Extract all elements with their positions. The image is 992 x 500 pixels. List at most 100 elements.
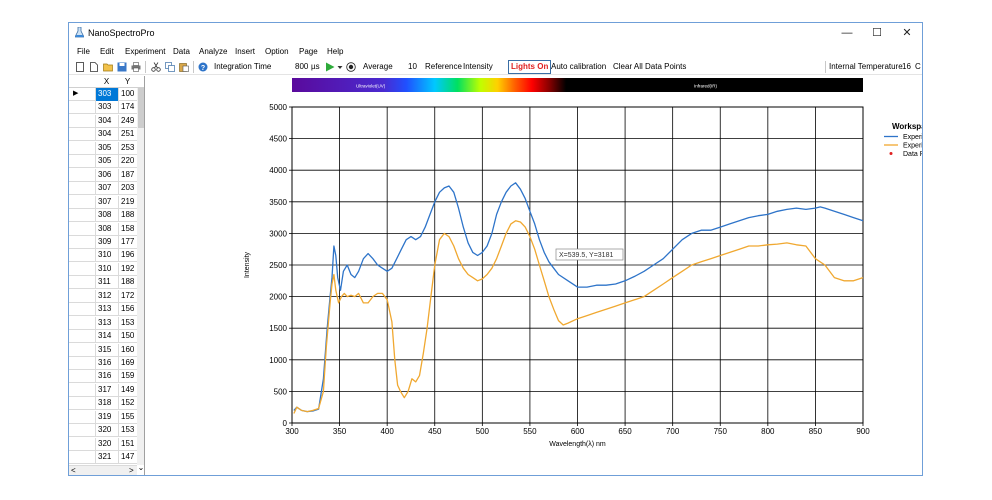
- cell-y[interactable]: 100: [118, 88, 137, 101]
- cell-x[interactable]: 316: [95, 370, 118, 384]
- auto-calibration-button[interactable]: Auto calibration: [551, 61, 606, 73]
- table-row[interactable]: 319 155: [69, 410, 144, 424]
- cell-y[interactable]: 187: [118, 168, 137, 182]
- cell-x[interactable]: 310: [95, 262, 118, 276]
- table-row[interactable]: 311 188: [69, 276, 144, 290]
- column-header-x[interactable]: X: [95, 77, 118, 86]
- table-row[interactable]: 310 196: [69, 249, 144, 263]
- cell-x[interactable]: 310: [95, 249, 118, 263]
- cell-x[interactable]: 312: [95, 289, 118, 303]
- cell-y[interactable]: 172: [118, 289, 137, 303]
- menu-file[interactable]: File: [77, 47, 90, 56]
- table-row[interactable]: 317 149: [69, 383, 144, 397]
- cell-y[interactable]: 249: [118, 114, 137, 128]
- cell-x[interactable]: 317: [95, 383, 118, 397]
- cell-y[interactable]: 155: [118, 410, 137, 424]
- table-row[interactable]: 306 187: [69, 168, 144, 182]
- cell-y[interactable]: 188: [118, 276, 137, 290]
- cell-y[interactable]: 177: [118, 235, 137, 249]
- cell-y[interactable]: 147: [118, 451, 137, 465]
- grid-vertical-scrollbar[interactable]: ⌄: [137, 88, 144, 472]
- cell-y[interactable]: 220: [118, 155, 137, 169]
- table-row[interactable]: ▶ 303 100: [69, 88, 144, 101]
- print-icon[interactable]: [131, 62, 141, 72]
- table-row[interactable]: 320 153: [69, 424, 144, 438]
- table-row[interactable]: 304 249: [69, 114, 144, 128]
- table-row[interactable]: 305 220: [69, 155, 144, 169]
- menu-help[interactable]: Help: [327, 47, 343, 56]
- table-row[interactable]: 314 150: [69, 330, 144, 344]
- table-row[interactable]: 308 188: [69, 209, 144, 223]
- cell-y[interactable]: 174: [118, 101, 137, 115]
- record-icon[interactable]: [346, 62, 356, 72]
- cell-x[interactable]: 307: [95, 182, 118, 196]
- cell-x[interactable]: 305: [95, 141, 118, 155]
- close-button[interactable]: ✕: [892, 23, 922, 43]
- menu-analyze[interactable]: Analyze: [199, 47, 227, 56]
- cell-x[interactable]: 303: [95, 88, 118, 101]
- cell-x[interactable]: 321: [95, 451, 118, 465]
- spectrum-chart[interactable]: Ultraviolet(UV) Infrared(IR) 300 350 400 45…: [146, 76, 922, 476]
- lights-on-button[interactable]: Lights On: [508, 60, 552, 74]
- cell-y[interactable]: 192: [118, 262, 137, 276]
- cell-y[interactable]: 152: [118, 397, 137, 411]
- cell-y[interactable]: 251: [118, 128, 137, 142]
- help-icon[interactable]: ?: [198, 62, 208, 72]
- cell-x[interactable]: 303: [95, 101, 118, 115]
- table-row[interactable]: 313 156: [69, 303, 144, 317]
- cell-y[interactable]: 196: [118, 249, 137, 263]
- cell-y[interactable]: 169: [118, 357, 137, 370]
- scroll-down-icon[interactable]: ⌄: [137, 463, 144, 472]
- cell-x[interactable]: 309: [95, 235, 118, 249]
- cell-y[interactable]: 153: [118, 316, 137, 330]
- cell-x[interactable]: 320: [95, 424, 118, 438]
- cell-y[interactable]: 158: [118, 222, 137, 236]
- cell-x[interactable]: 315: [95, 343, 118, 357]
- cell-x[interactable]: 316: [95, 357, 118, 370]
- scroll-left-icon[interactable]: <: [71, 466, 76, 475]
- table-row[interactable]: 307 219: [69, 195, 144, 209]
- menu-data[interactable]: Data: [173, 47, 190, 56]
- menu-edit[interactable]: Edit: [100, 47, 114, 56]
- cell-x[interactable]: 313: [95, 316, 118, 330]
- menu-page[interactable]: Page: [299, 47, 318, 56]
- cell-x[interactable]: 313: [95, 303, 118, 317]
- cut-icon[interactable]: [151, 62, 161, 72]
- clear-data-points-button[interactable]: Clear All Data Points: [613, 61, 686, 73]
- minimize-button[interactable]: —: [832, 23, 862, 43]
- table-row[interactable]: 304 251: [69, 128, 144, 142]
- copy-icon[interactable]: [165, 62, 175, 72]
- reference-button[interactable]: Reference: [425, 61, 462, 73]
- cell-y[interactable]: 253: [118, 141, 137, 155]
- cell-y[interactable]: 159: [118, 370, 137, 384]
- cell-x[interactable]: 304: [95, 114, 118, 128]
- intensity-button[interactable]: Intensity: [463, 61, 493, 73]
- table-row[interactable]: 320 151: [69, 437, 144, 451]
- table-row[interactable]: 308 158: [69, 222, 144, 236]
- cell-y[interactable]: 153: [118, 424, 137, 438]
- table-row[interactable]: 305 253: [69, 141, 144, 155]
- paste-icon[interactable]: [179, 62, 189, 72]
- table-row[interactable]: 307 203: [69, 182, 144, 196]
- average-value[interactable]: 10: [408, 61, 417, 73]
- integration-time-value[interactable]: 800: [295, 61, 308, 73]
- menu-experiment[interactable]: Experiment: [125, 47, 165, 56]
- cell-y[interactable]: 188: [118, 209, 137, 223]
- cell-y[interactable]: 203: [118, 182, 137, 196]
- cell-x[interactable]: 311: [95, 276, 118, 290]
- cell-y[interactable]: 151: [118, 437, 137, 451]
- cell-x[interactable]: 314: [95, 330, 118, 344]
- cell-x[interactable]: 308: [95, 209, 118, 223]
- table-row[interactable]: 313 153: [69, 316, 144, 330]
- save-icon[interactable]: [117, 62, 127, 72]
- cell-y[interactable]: 219: [118, 195, 137, 209]
- table-row[interactable]: 321 147: [69, 451, 144, 465]
- open-folder-icon[interactable]: [103, 62, 113, 72]
- table-row[interactable]: 318 152: [69, 397, 144, 411]
- cell-x[interactable]: 318: [95, 397, 118, 411]
- table-row[interactable]: 303 174: [69, 101, 144, 115]
- play-icon[interactable]: [325, 62, 335, 72]
- grid-horizontal-scrollbar[interactable]: < >: [69, 465, 137, 475]
- scrollbar-thumb[interactable]: [138, 88, 144, 128]
- cell-x[interactable]: 319: [95, 410, 118, 424]
